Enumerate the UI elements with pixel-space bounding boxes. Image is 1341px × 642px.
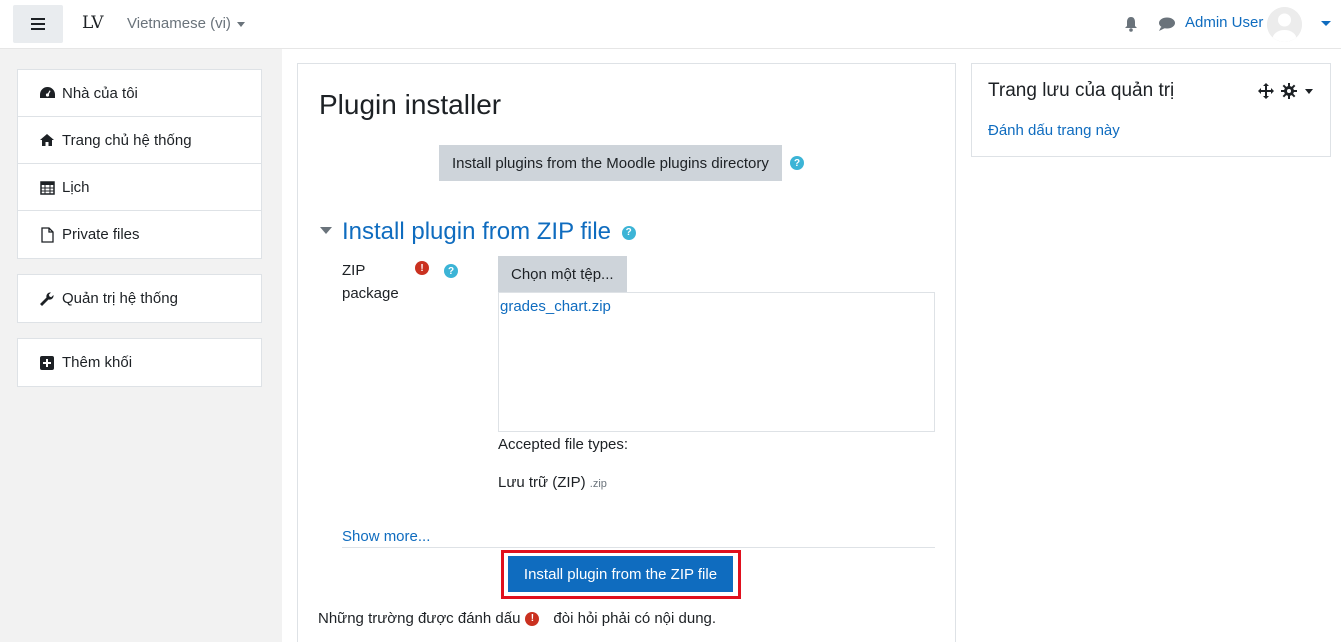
- hamburger-icon: [31, 18, 45, 30]
- notification-bell-icon[interactable]: [1124, 16, 1138, 32]
- home-icon: [38, 132, 56, 148]
- hamburger-menu-button[interactable]: [13, 5, 63, 43]
- required-note-before: Những trường được đánh dấu: [318, 610, 521, 627]
- section-collapse-chevron-icon[interactable]: [320, 227, 332, 234]
- nav-item-add-block[interactable]: Thêm khối: [18, 339, 261, 386]
- file-icon: [38, 226, 56, 243]
- top-navbar: LV Vietnamese (vi) Admin User: [0, 0, 1341, 49]
- selected-file-link[interactable]: grades_chart.zip: [500, 298, 611, 315]
- site-brand[interactable]: LV: [82, 13, 104, 33]
- page-title: Plugin installer: [319, 89, 502, 120]
- accepted-file-type: Lưu trữ (ZIP) .zip: [498, 474, 607, 491]
- gear-icon[interactable]: [1281, 83, 1297, 99]
- install-zip-label: Install plugin from the ZIP file: [523, 565, 718, 583]
- nav-item-label: Nhà của tôi: [62, 84, 138, 102]
- move-icon[interactable]: [1258, 83, 1274, 99]
- plugin-installer-card: Plugin installer Install plugins from th…: [297, 63, 956, 642]
- dashboard-icon: [38, 85, 56, 101]
- choose-file-button[interactable]: Chọn một tệp...: [498, 256, 627, 293]
- required-icon: !: [525, 611, 540, 626]
- nav-group-add-block: Thêm khối: [17, 338, 262, 387]
- nav-item-label: Private files: [62, 226, 140, 243]
- language-label: Vietnamese (vi): [127, 15, 231, 32]
- nav-drawer: Nhà của tôi Trang chủ hệ thống Lịch Priv…: [0, 49, 282, 642]
- nav-group-main: Nhà của tôi Trang chủ hệ thống Lịch Priv…: [17, 69, 262, 259]
- language-menu[interactable]: Vietnamese (vi): [127, 15, 245, 32]
- nav-item-label: Trang chủ hệ thống: [62, 131, 192, 149]
- nav-group-admin: Quản trị hệ thống: [17, 274, 262, 323]
- calendar-icon: [38, 179, 56, 195]
- wrench-icon: [38, 291, 56, 307]
- install-zip-button[interactable]: Install plugin from the ZIP file: [508, 556, 733, 592]
- show-more-link[interactable]: Show more...: [342, 528, 430, 545]
- nav-item-dashboard[interactable]: Nhà của tôi: [18, 70, 261, 117]
- file-drop-area[interactable]: grades_chart.zip: [498, 292, 935, 432]
- nav-item-calendar[interactable]: Lịch: [18, 164, 261, 211]
- required-note-after: đòi hỏi phải có nội dung.: [553, 610, 717, 627]
- divider: [342, 547, 935, 548]
- plus-square-icon: [38, 355, 56, 371]
- help-icon[interactable]: ?: [621, 225, 636, 240]
- file-type-name: Lưu trữ (ZIP): [498, 474, 586, 491]
- user-name[interactable]: Admin User: [1185, 14, 1263, 31]
- required-icon: !: [415, 261, 429, 275]
- choose-file-label: Chọn một tệp...: [511, 266, 614, 283]
- zip-label-line1: ZIP: [342, 262, 366, 279]
- zip-label-line2: package: [342, 285, 399, 302]
- help-icon[interactable]: ?: [790, 156, 804, 170]
- admin-bookmarks-block: Trang lưu của quản trị Đánh dấu trang nà…: [971, 63, 1331, 157]
- install-from-directory-label: Install plugins from the Moodle plugins …: [452, 154, 769, 172]
- nav-item-label: Quản trị hệ thống: [62, 290, 178, 307]
- accepted-file-types-label: Accepted file types:: [498, 436, 629, 453]
- bookmark-page-link[interactable]: Đánh dấu trang này: [988, 122, 1120, 139]
- chevron-down-icon[interactable]: [1305, 89, 1313, 94]
- avatar-icon: [1267, 7, 1302, 42]
- user-menu-chevron-icon[interactable]: [1321, 21, 1331, 26]
- nav-item-label: Thêm khối: [62, 354, 133, 371]
- user-avatar[interactable]: [1267, 7, 1302, 42]
- messages-icon[interactable]: [1158, 17, 1176, 31]
- file-type-extension: .zip: [589, 478, 607, 490]
- section-title-text: Install plugin from ZIP file: [342, 218, 612, 245]
- nav-item-label: Lịch: [62, 178, 90, 196]
- chevron-down-icon: [236, 21, 245, 27]
- block-title: Trang lưu của quản trị: [988, 80, 1175, 101]
- nav-item-private-files[interactable]: Private files: [18, 211, 261, 258]
- nav-item-site-home[interactable]: Trang chủ hệ thống: [18, 117, 261, 164]
- install-from-directory-button[interactable]: Install plugins from the Moodle plugins …: [439, 145, 782, 181]
- required-fields-note: Những trường được đánh dấu ! đòi hỏi phả…: [318, 610, 716, 627]
- section-title[interactable]: Install plugin from ZIP file ?: [342, 218, 636, 246]
- zip-package-label: ZIP package: [342, 259, 399, 305]
- nav-item-site-admin[interactable]: Quản trị hệ thống: [18, 275, 261, 322]
- help-icon[interactable]: ?: [444, 264, 458, 278]
